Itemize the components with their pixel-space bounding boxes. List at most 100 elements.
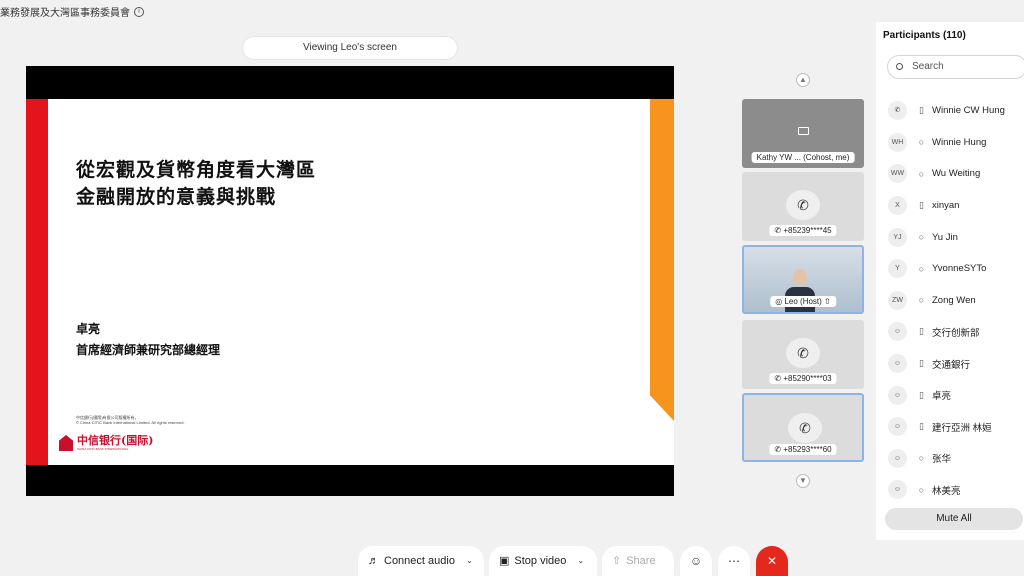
more-options-button[interactable]: ⋯ xyxy=(718,546,750,576)
participants-panel: Participants (110) Search ✆ ▯ Winnie CW Hu… xyxy=(876,22,1024,540)
user-icon: ☺ xyxy=(888,322,907,342)
leave-meeting-button[interactable]: ✕ xyxy=(756,546,788,576)
info-icon[interactable]: i xyxy=(134,6,144,17)
participant-row[interactable]: Y ○ YvonneSYTo xyxy=(876,253,1024,285)
tile-label-text: +85290****03 xyxy=(783,374,832,383)
presentation-slide: 從宏觀及貨幣角度看大灣區 金融開放的意義與挑戰 卓亮 首席經濟師兼研究部總經理 … xyxy=(26,99,674,465)
logo-en: CHINA CITIC BANK INTERNATIONAL xyxy=(77,447,129,451)
participant-name: 林美亮 xyxy=(932,485,961,497)
user-icon: ☺ xyxy=(888,417,907,437)
headset-icon: ○ xyxy=(918,232,925,243)
avatar: X xyxy=(888,196,907,216)
participant-row[interactable]: ☺ ▯ 卓亮 xyxy=(876,379,1024,411)
headset-icon: ○ xyxy=(918,137,925,148)
avatar: WH xyxy=(888,132,907,152)
mute-all-button[interactable]: Mute All xyxy=(885,508,1023,530)
video-tile[interactable]: ✆ ✆ +85239****45 xyxy=(742,172,864,241)
tile-label-text: +85239****45 xyxy=(783,226,832,235)
connect-audio-button[interactable]: ♬ Connect audio ⌄ xyxy=(358,546,484,576)
bank-logo: 中信银行(国际) CHINA CITIC BANK INTERNATIONAL xyxy=(59,435,153,451)
tile-label: ✆ +85239****45 xyxy=(769,225,837,236)
user-icon: ☺ xyxy=(888,480,907,500)
mobile-icon: ▯ xyxy=(919,200,924,211)
avatar: WW xyxy=(888,164,907,184)
participant-head xyxy=(793,269,807,286)
participant-name: Zong Wen xyxy=(932,294,976,306)
phone-icon: ✆ xyxy=(786,338,820,368)
participant-row[interactable]: X ▯ xinyan xyxy=(876,190,1024,222)
participant-name: 建行亞洲 林姮 xyxy=(932,422,992,434)
participant-name: xinyan xyxy=(932,200,960,212)
slide-title-line1: 從宏觀及貨幣角度看大灣區 xyxy=(76,159,317,181)
reactions-button[interactable]: ☺ xyxy=(680,546,712,576)
stop-video-button[interactable]: ▣ Stop video ⌄ xyxy=(489,546,597,576)
viewing-screen-indicator: Viewing Leo's screen xyxy=(243,37,457,59)
tiles-scroll-up-icon[interactable]: ▲ xyxy=(796,73,810,87)
participant-name: 张华 xyxy=(932,454,952,466)
search-placeholder: Search xyxy=(912,61,944,72)
participant-row[interactable]: ☺ ▯ 建行亞洲 林姮 xyxy=(876,411,1024,443)
logo-cn: 中信银行(国际) xyxy=(77,434,154,447)
participant-name: Yu Jin xyxy=(932,231,958,243)
chevron-down-icon[interactable]: ⌄ xyxy=(577,546,584,576)
connect-audio-label: Connect audio xyxy=(384,555,455,567)
shared-screen: 從宏觀及貨幣角度看大灣區 金融開放的意義與挑戰 卓亮 首席經濟師兼研究部總經理 … xyxy=(26,66,674,496)
tiles-scroll-down-icon[interactable]: ▼ xyxy=(796,474,810,488)
slide-orange-bar xyxy=(650,99,674,421)
stop-video-label: Stop video xyxy=(514,555,567,567)
participant-name: Winnie Hung xyxy=(932,136,987,148)
phone-icon: ✆ xyxy=(786,190,820,220)
more-icon: ⋯ xyxy=(728,554,740,568)
user-icon: ☺ xyxy=(888,385,907,405)
share-label: Share xyxy=(626,555,656,567)
mobile-icon: ▯ xyxy=(919,326,924,337)
participant-row[interactable]: ☺ ▯ 交行创新部 xyxy=(876,316,1024,348)
headset-icon: ○ xyxy=(918,263,925,274)
tile-label: ✆ +85293****60 xyxy=(769,444,837,455)
participant-row[interactable]: ☺ ▯ 交通銀行 xyxy=(876,348,1024,380)
participant-name: 交通銀行 xyxy=(932,359,971,371)
slide-red-bar xyxy=(26,99,48,465)
mobile-icon: ▯ xyxy=(919,105,924,116)
video-tile-active[interactable]: ◎ Leo (Host) ⇧ xyxy=(742,245,864,314)
participant-row[interactable]: WW ○ Wu Weiting xyxy=(876,158,1024,190)
tile-label-text: Leo (Host) xyxy=(784,297,822,306)
participant-row[interactable]: ☺ ○ 张华 xyxy=(876,443,1024,475)
participant-row[interactable]: YJ ○ Yu Jin xyxy=(876,221,1024,253)
tile-label: ✆ +85290****03 xyxy=(769,373,837,384)
slide-copyright: 中信銀行(國際)有限公司版權所有。 © China CITIC Bank Int… xyxy=(76,415,185,425)
tile-label-text: +85293****60 xyxy=(783,445,832,454)
slide-title: 從宏觀及貨幣角度看大灣區 金融開放的意義與挑戰 xyxy=(76,157,316,211)
participant-search-input[interactable]: Search xyxy=(887,55,1024,79)
chevron-down-icon[interactable]: ⌄ xyxy=(466,546,473,576)
video-tile[interactable]: Kathy YW ... (Cohost, me) xyxy=(742,99,864,168)
close-icon: ✕ xyxy=(766,554,778,568)
participant-name: YvonneSYTo xyxy=(932,263,987,275)
avatar: ZW xyxy=(888,290,907,310)
participant-name: 交行创新部 xyxy=(932,327,980,339)
participant-name: Wu Weiting xyxy=(932,168,981,180)
video-camera-icon: ▣ xyxy=(499,555,510,567)
mobile-icon: ▯ xyxy=(919,389,924,400)
bank-logo-mark xyxy=(59,435,73,451)
copyright-en: © China CITIC Bank International Limited… xyxy=(76,420,185,425)
participant-name: Winnie CW Hung xyxy=(932,105,1005,117)
share-button[interactable]: ⇧ Share xyxy=(602,546,674,576)
video-tile[interactable]: ✆ ✆ +85290****03 xyxy=(742,320,864,389)
participant-row[interactable]: ZW ○ Zong Wen xyxy=(876,285,1024,317)
participant-list: ✆ ▯ Winnie CW Hung WH ○ Winnie Hung WW ○ Wu Weit… xyxy=(876,95,1024,506)
participant-row[interactable]: ☺ ○ 林美亮 xyxy=(876,474,1024,506)
video-tile[interactable]: ✆ ✆ +85293****60 xyxy=(742,393,864,462)
slide-title-line2: 金融開放的意義與挑戰 xyxy=(76,186,277,208)
meeting-title-text: 業務發展及大灣區事務委員會 xyxy=(0,8,130,19)
user-icon: ☺ xyxy=(888,448,907,468)
participant-row[interactable]: WH ○ Winnie Hung xyxy=(876,127,1024,159)
participant-name: 卓亮 xyxy=(932,391,952,403)
tile-label: Kathy YW ... (Cohost, me) xyxy=(751,152,855,163)
participant-row[interactable]: ✆ ▯ Winnie CW Hung xyxy=(876,95,1024,127)
meeting-title: 業務發展及大灣區事務委員會 i xyxy=(0,4,144,19)
search-icon xyxy=(896,63,903,70)
share-icon: ⇧ xyxy=(612,555,622,567)
slide-presenter: 卓亮 首席經濟師兼研究部總經理 xyxy=(76,319,220,361)
presenter-role: 首席經濟師兼研究部總經理 xyxy=(76,343,221,357)
